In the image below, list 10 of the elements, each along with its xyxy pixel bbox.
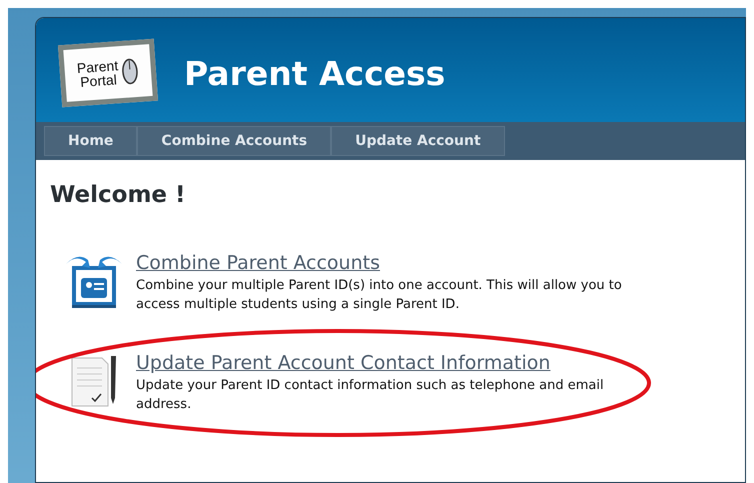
option-link[interactable]: Combine Parent Accounts xyxy=(136,252,380,274)
nav-tab[interactable]: Update Account xyxy=(331,126,505,156)
option-description: Update your Parent ID contact information such as telephone and email address. xyxy=(136,377,605,414)
parent-portal-logo: Parent Portal xyxy=(58,38,158,108)
app-title: Parent Access xyxy=(184,54,446,92)
option-description: Combine your multiple Parent ID(s) into one account. This will allow you to access multiple students using a single Parent ID. xyxy=(136,277,623,314)
nav-tab[interactable]: Home xyxy=(44,126,138,156)
option-link[interactable]: Update Parent Account Contact Information xyxy=(136,352,550,374)
nav-tab[interactable]: Combine Accounts xyxy=(137,126,332,156)
welcome-heading: Welcome ! xyxy=(50,182,187,208)
